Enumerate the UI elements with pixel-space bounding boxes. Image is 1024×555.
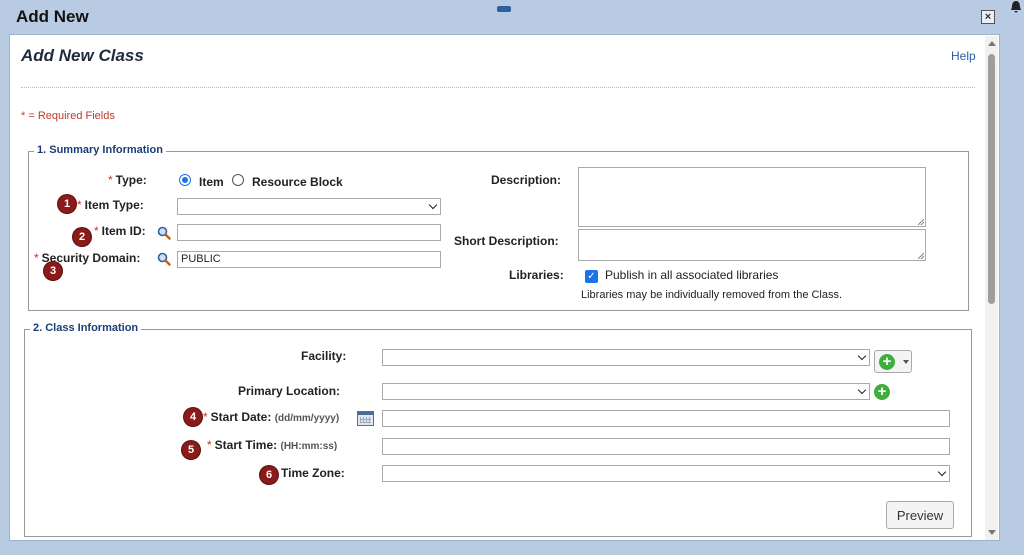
class-information-legend: 2. Class Information	[30, 322, 142, 334]
plus-icon: +	[879, 354, 895, 370]
caret-down-icon[interactable]	[903, 360, 909, 364]
search-icon[interactable]	[157, 226, 171, 240]
libraries-note: Libraries may be individually removed fr…	[581, 289, 843, 301]
step-badge-1: 1	[58, 195, 76, 213]
type-radio-resource-block[interactable]	[232, 174, 244, 186]
search-icon[interactable]	[157, 252, 171, 266]
publish-label: Publish in all associated libraries	[605, 268, 779, 282]
chevron-down-icon	[857, 385, 867, 395]
window-title: Add New	[16, 7, 89, 26]
time-zone-select[interactable]	[382, 465, 950, 482]
type-option-item: Item	[199, 175, 224, 189]
publish-checkbox[interactable]: ✓	[585, 270, 598, 283]
chevron-down-icon	[428, 200, 438, 210]
start-date-input[interactable]	[382, 410, 950, 427]
calendar-icon[interactable]	[357, 411, 374, 426]
chevron-down-icon	[857, 351, 867, 361]
step-badge-3: 3	[44, 262, 62, 280]
help-link[interactable]: Help	[951, 49, 976, 63]
close-icon[interactable]: ×	[981, 10, 995, 24]
divider	[21, 87, 975, 88]
step-badge-2: 2	[73, 228, 91, 246]
description-textarea[interactable]	[578, 167, 926, 227]
security-domain-input[interactable]: PUBLIC	[177, 251, 441, 268]
chevron-down-icon	[937, 467, 947, 477]
start-time-input[interactable]	[382, 438, 950, 455]
type-option-resource-block: Resource Block	[252, 175, 343, 189]
window-titlebar: Add New ×	[0, 0, 1024, 34]
primary-location-label: Primary Location:	[238, 384, 341, 398]
start-date-label: * Start Date: (dd/mm/yyyy)	[203, 410, 340, 424]
resize-grip-icon[interactable]	[918, 253, 924, 259]
scroll-up-icon[interactable]	[988, 41, 996, 46]
item-id-label: * Item ID:	[94, 224, 146, 238]
libraries-label: Libraries:	[509, 268, 564, 282]
facility-select[interactable]	[382, 349, 870, 366]
page-title: Add New Class	[21, 46, 144, 65]
time-zone-label: Time Zone:	[281, 466, 345, 480]
bell-icon[interactable]	[1009, 0, 1024, 14]
scroll-down-icon[interactable]	[988, 530, 996, 535]
short-description-textarea[interactable]	[578, 229, 926, 261]
description-label: Description:	[491, 173, 562, 187]
item-type-label: * Item Type:	[77, 198, 144, 212]
preview-button[interactable]: Preview	[886, 501, 954, 529]
facility-add-button[interactable]: +	[874, 350, 912, 373]
resize-grip-icon[interactable]	[918, 219, 924, 225]
vertical-scrollbar[interactable]	[985, 36, 998, 540]
scroll-thumb[interactable]	[988, 54, 995, 304]
start-time-label: * Start Time: (HH:mm:ss)	[207, 438, 338, 452]
drag-handle-icon[interactable]	[497, 6, 511, 12]
primary-location-select[interactable]	[382, 383, 870, 400]
summary-information-legend: 1. Summary Information	[34, 144, 166, 156]
step-badge-5: 5	[182, 441, 200, 459]
facility-label: Facility:	[301, 349, 347, 363]
type-label: * Type:	[108, 173, 147, 187]
step-badge-6: 6	[260, 466, 278, 484]
type-radio-item[interactable]	[179, 174, 191, 186]
item-id-input[interactable]	[177, 224, 441, 241]
add-location-icon[interactable]: +	[874, 384, 890, 400]
short-description-label: Short Description:	[454, 234, 559, 248]
required-fields-note: * = Required Fields	[21, 110, 115, 122]
item-type-select[interactable]	[177, 198, 441, 215]
step-badge-4: 4	[184, 408, 202, 426]
